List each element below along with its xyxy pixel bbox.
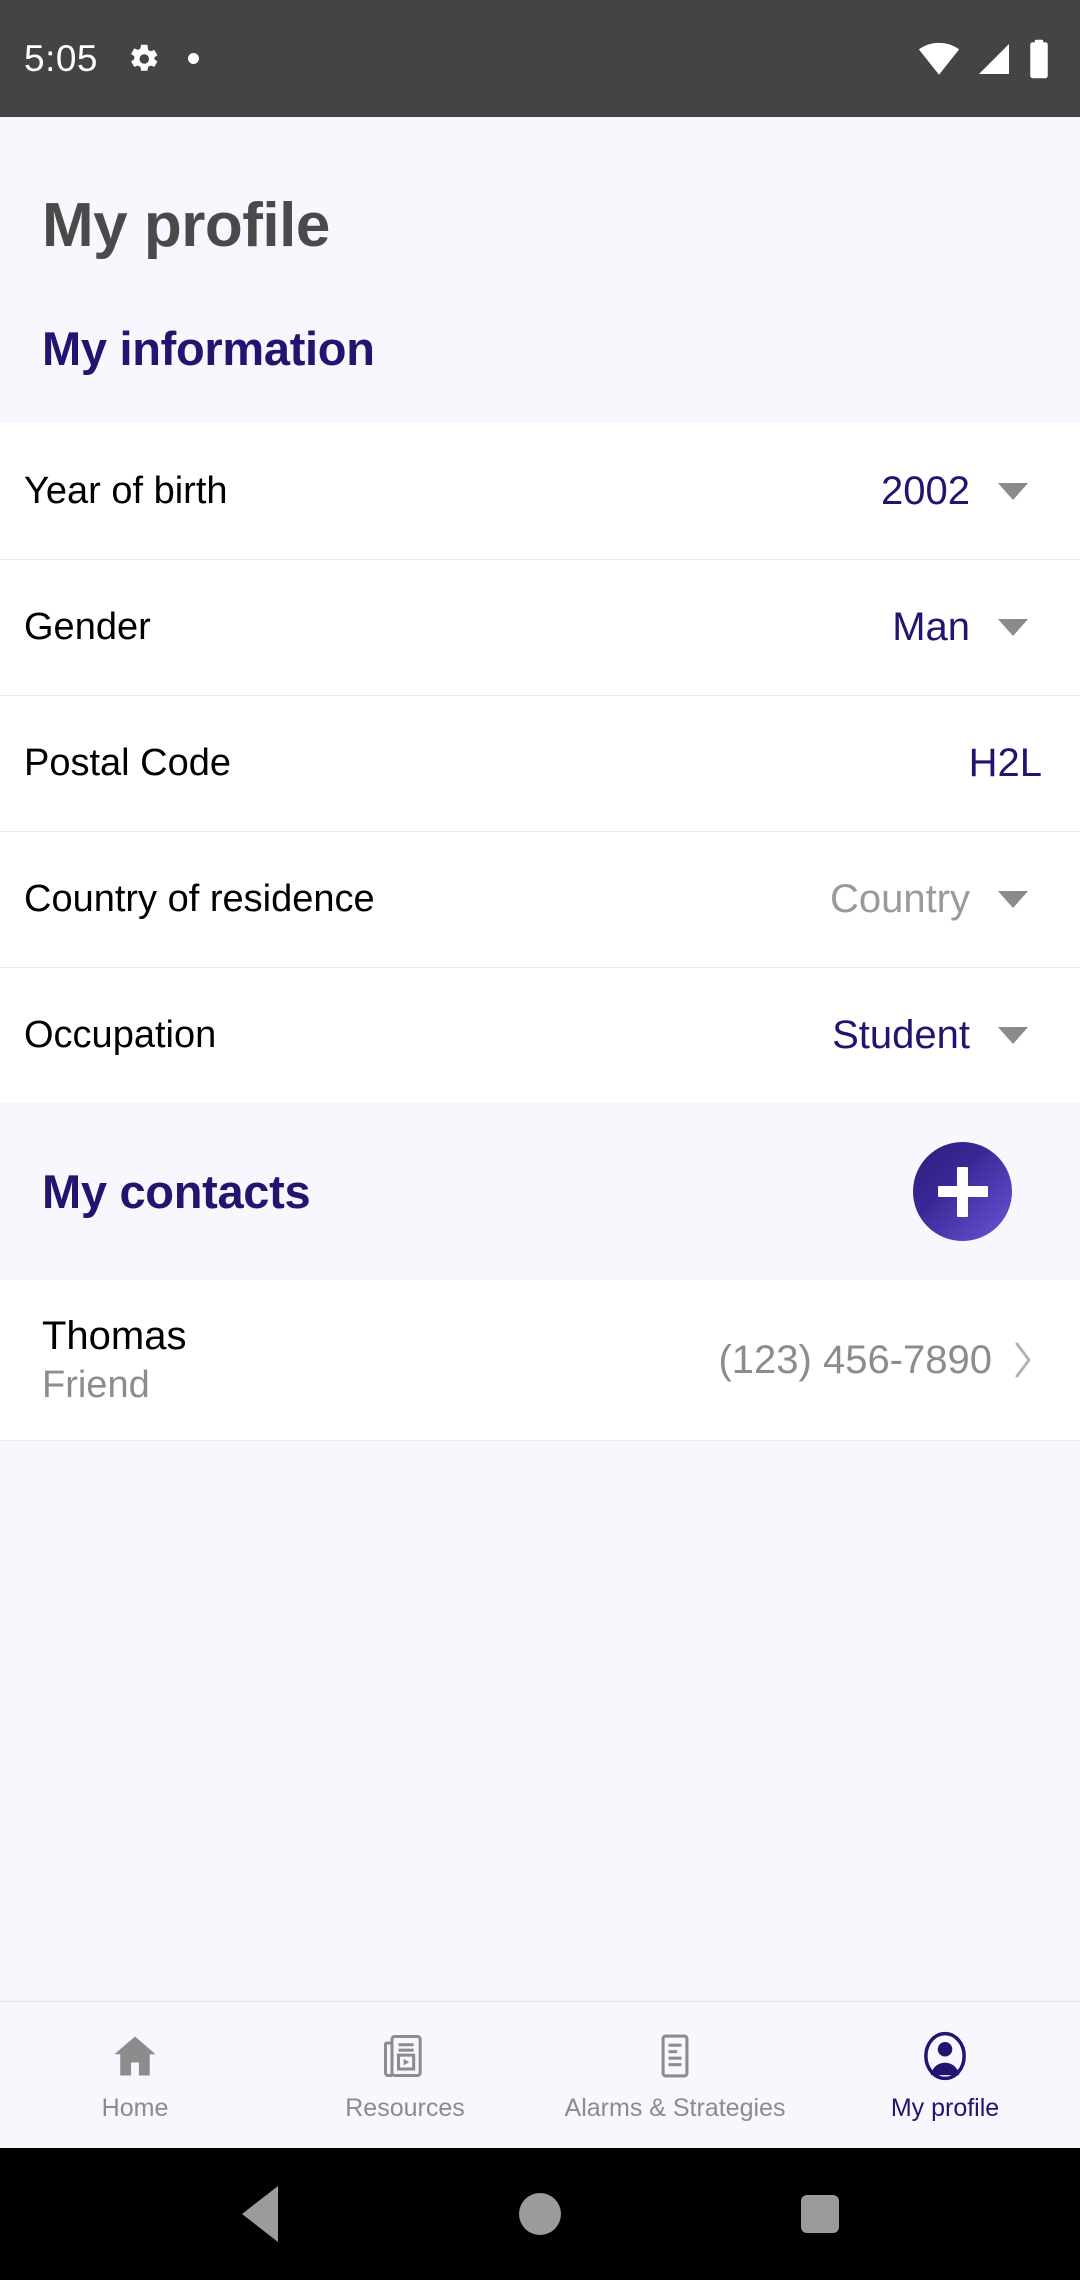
chevron-right-icon[interactable] — [992, 1336, 1054, 1384]
nav-item-resources[interactable]: Resources — [270, 2002, 540, 2148]
contact-relation: Friend — [42, 1363, 150, 1406]
contact-phone: (123) 456-7890 — [718, 1337, 992, 1382]
nav-item-alarms-strategies[interactable]: Alarms & Strategies — [540, 2002, 810, 2148]
nav-item-my-profile[interactable]: My profile — [810, 2002, 1080, 2148]
page-title: My profile — [42, 191, 330, 260]
form-label: Year of birth — [24, 469, 228, 512]
bottom-navigation-bar: Home Resources Alarms & Strategies My pr… — [0, 2001, 1080, 2148]
form-label: Gender — [24, 606, 151, 648]
plus-icon — [937, 1166, 988, 1217]
newspaper-icon — [379, 2028, 431, 2084]
chevron-down-icon[interactable] — [970, 891, 1056, 908]
list-divider — [0, 1440, 1080, 1441]
android-system-navigation — [0, 2148, 1080, 2280]
contact-name: Thomas — [42, 1313, 187, 1358]
year-of-birth-value[interactable]: 2002 — [740, 469, 970, 514]
my-contacts-heading: My contacts — [42, 1165, 311, 1218]
phone-screen: 5:05 My profile My information Year of b… — [0, 0, 1080, 2280]
nav-label: Alarms & Strategies — [564, 2093, 786, 2122]
form-row-country-of-residence[interactable]: Country of residence Country — [0, 831, 1080, 967]
form-row-year-of-birth[interactable]: Year of birth 2002 — [0, 423, 1080, 559]
contact-identity: Thomas Friend — [42, 1314, 187, 1407]
nav-label: My profile — [890, 2093, 1000, 2122]
home-icon — [109, 2028, 161, 2084]
form-label: Country of residence — [24, 878, 375, 920]
status-bar: 5:05 — [0, 0, 1080, 117]
form-row-occupation[interactable]: Occupation Student — [0, 967, 1080, 1103]
chevron-down-icon[interactable] — [970, 619, 1056, 636]
country-of-residence-value[interactable]: Country — [740, 877, 970, 922]
status-bar-clock: 5:05 — [24, 37, 99, 79]
occupation-value[interactable]: Student — [740, 1013, 970, 1058]
my-information-card: Year of birth 2002 Gender Man Postal Cod… — [0, 423, 1080, 1103]
main-content: My profile My information Year of birth … — [0, 117, 1080, 2001]
home-circle-icon — [519, 2193, 561, 2235]
gear-icon — [124, 40, 162, 78]
form-label: Occupation — [24, 1014, 217, 1056]
chevron-down-icon[interactable] — [970, 482, 1056, 500]
wifi-icon — [918, 38, 960, 80]
postal-code-input[interactable]: H2L — [969, 741, 1042, 786]
nav-label: Home — [101, 2093, 169, 2122]
contact-list-item[interactable]: Thomas Friend (123) 456-7890 — [0, 1280, 1080, 1440]
my-information-heading: My information — [42, 322, 375, 375]
chevron-down-icon[interactable] — [970, 1027, 1056, 1044]
add-contact-button[interactable] — [913, 1142, 1012, 1241]
home-button[interactable] — [480, 2154, 600, 2274]
nav-label: Resources — [345, 2093, 465, 2122]
recents-button[interactable] — [760, 2154, 880, 2274]
document-icon — [649, 2028, 701, 2084]
recents-square-icon — [801, 2195, 839, 2233]
gender-value[interactable]: Man — [740, 605, 970, 650]
person-icon — [917, 2028, 973, 2084]
back-triangle-icon — [242, 2186, 278, 2242]
contacts-list: Thomas Friend (123) 456-7890 — [0, 1280, 1080, 1441]
form-row-postal-code[interactable]: Postal Code H2L — [0, 695, 1080, 831]
battery-icon — [1028, 38, 1050, 80]
status-bar-left: 5:05 — [24, 37, 200, 80]
form-label: Postal Code — [24, 742, 232, 784]
dot-indicator-icon — [188, 53, 200, 64]
status-bar-right — [918, 38, 1050, 80]
my-contacts-header: My contacts — [0, 1103, 1080, 1280]
back-button[interactable] — [200, 2154, 320, 2274]
nav-item-home[interactable]: Home — [0, 2002, 270, 2148]
form-row-gender[interactable]: Gender Man — [0, 559, 1080, 695]
cellular-signal-icon — [974, 39, 1014, 79]
